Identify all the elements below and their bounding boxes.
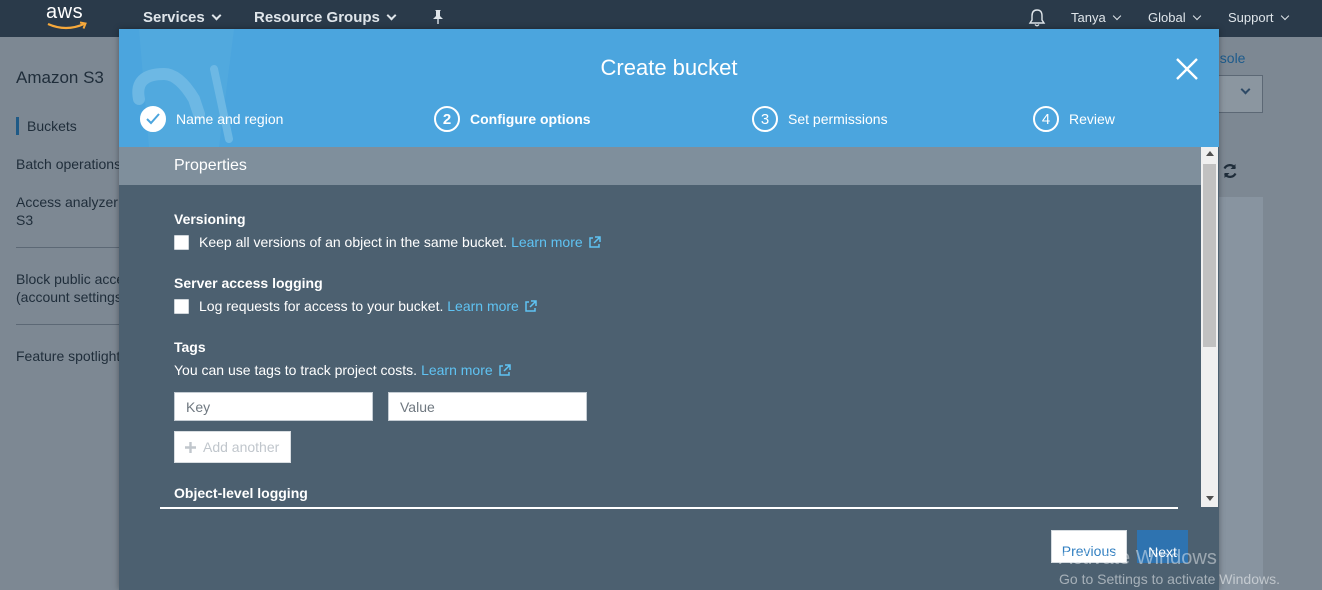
tags-label: Tags: [174, 339, 206, 355]
region-menu[interactable]: Global: [1148, 10, 1201, 25]
background-dropdown[interactable]: [1215, 75, 1263, 113]
bell-icon[interactable]: [1028, 8, 1046, 28]
tags-description-row: You can use tags to track project costs.…: [174, 362, 511, 378]
modal-body: Properties Versioning Keep all versions …: [119, 147, 1219, 590]
properties-bar: Properties: [119, 147, 1201, 185]
step-label: Review: [1069, 111, 1115, 127]
pin-icon[interactable]: [431, 9, 445, 25]
sidebar-item-batch-operations[interactable]: Batch operations: [16, 155, 121, 173]
support-label: Support: [1228, 10, 1274, 25]
step-label: Set permissions: [788, 111, 888, 127]
modal-header: Create bucket Name and region 2 Configur…: [119, 29, 1219, 147]
step-review[interactable]: 4 Review: [1033, 106, 1115, 132]
aws-smile-icon: [47, 21, 87, 30]
step-number: 4: [1033, 106, 1059, 132]
logging-checkbox[interactable]: [174, 298, 189, 314]
sidebar-item-feature-spotlight[interactable]: Feature spotlight: [16, 347, 120, 365]
properties-title: Properties: [174, 157, 247, 174]
server-access-logging-label: Server access logging: [174, 275, 323, 291]
versioning-learn-more-link[interactable]: Learn more: [511, 234, 601, 250]
tag-value-input[interactable]: [388, 392, 587, 421]
scroll-up-arrow-icon[interactable]: [1206, 151, 1214, 156]
resource-groups-menu[interactable]: Resource Groups: [254, 9, 397, 26]
step-number: 2: [434, 106, 460, 132]
sidebar-item-buckets[interactable]: Buckets: [16, 117, 77, 135]
external-link-icon: [525, 299, 537, 312]
close-icon[interactable]: [1175, 57, 1199, 81]
step-number: 3: [752, 106, 778, 132]
chevron-down-icon: [1112, 11, 1121, 20]
aws-logo[interactable]: aws: [46, 2, 90, 32]
chevron-down-icon: [386, 10, 397, 21]
resource-groups-label: Resource Groups: [254, 9, 380, 26]
activate-windows-subtext: Go to Settings to activate Windows.: [1059, 571, 1280, 587]
user-name: Tanya: [1071, 10, 1106, 25]
user-menu[interactable]: Tanya: [1071, 10, 1121, 25]
tags-description: You can use tags to track project costs.: [174, 362, 418, 378]
versioning-checkbox[interactable]: [174, 234, 189, 250]
checkmark-icon: [140, 106, 166, 132]
step-name-and-region[interactable]: Name and region: [140, 106, 283, 132]
versioning-label: Versioning: [174, 211, 246, 227]
refresh-icon[interactable]: [1221, 162, 1239, 180]
support-menu[interactable]: Support: [1228, 10, 1289, 25]
service-title: Amazon S3: [16, 68, 104, 87]
scroll-down-arrow-icon[interactable]: [1206, 496, 1214, 501]
activate-windows-watermark: Activate Windows: [1059, 547, 1217, 569]
modal-title: Create bucket: [600, 55, 738, 80]
chevron-down-icon: [211, 10, 222, 21]
learn-more-text: Learn more: [421, 362, 493, 378]
step-configure-options[interactable]: 2 Configure options: [434, 106, 591, 132]
sidebar-divider: [16, 247, 126, 248]
services-label: Services: [143, 9, 205, 26]
object-level-logging-label: Object-level logging: [174, 485, 308, 501]
services-menu[interactable]: Services: [143, 9, 222, 26]
create-bucket-modal: Create bucket Name and region 2 Configur…: [119, 29, 1219, 590]
add-another-label: Add another: [203, 439, 280, 455]
versioning-row: Keep all versions of an object in the sa…: [174, 234, 601, 250]
logging-text: Log requests for access to your bucket.: [199, 298, 444, 314]
sidebar-item-access-analyzer-s3[interactable]: S3: [16, 211, 33, 229]
region-label: Global: [1148, 10, 1186, 25]
step-set-permissions[interactable]: 3 Set permissions: [752, 106, 888, 132]
plus-icon: [185, 441, 196, 453]
background-panel: [1215, 197, 1263, 590]
learn-more-text: Learn more: [511, 234, 583, 250]
chevron-down-icon: [1280, 11, 1289, 20]
chevron-down-icon: [1192, 11, 1201, 20]
vertical-scrollbar[interactable]: [1201, 147, 1218, 507]
logging-row: Log requests for access to your bucket. …: [174, 298, 537, 314]
versioning-text: Keep all versions of an object in the sa…: [199, 234, 508, 250]
add-another-button[interactable]: Add another: [174, 431, 291, 463]
aws-logo-text: aws: [46, 1, 84, 23]
tag-key-input[interactable]: [174, 392, 373, 421]
step-label: Configure options: [470, 111, 591, 127]
sidebar-divider: [16, 324, 126, 325]
learn-more-text: Learn more: [447, 298, 519, 314]
chevron-down-icon: [1240, 84, 1251, 95]
body-divider: [160, 507, 1178, 509]
external-link-icon: [588, 235, 601, 248]
sidebar-item-account-settings[interactable]: (account settings): [16, 288, 127, 306]
tags-learn-more-link[interactable]: Learn more: [421, 362, 511, 378]
step-label: Name and region: [176, 111, 284, 127]
logging-learn-more-link[interactable]: Learn more: [447, 298, 537, 314]
scroll-thumb[interactable]: [1203, 164, 1216, 347]
external-link-icon: [498, 363, 511, 376]
